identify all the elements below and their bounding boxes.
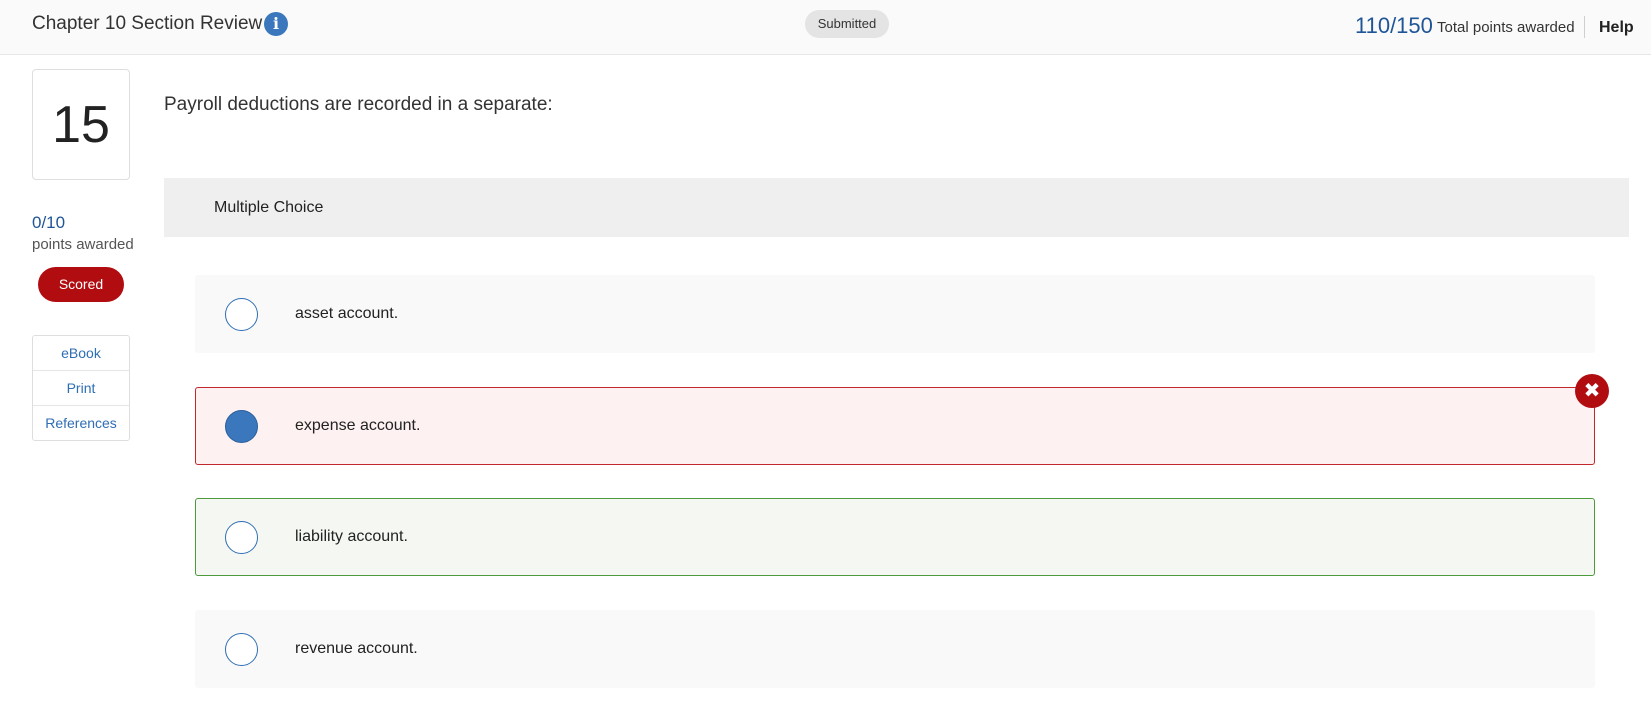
question-type-label: Multiple Choice (214, 199, 324, 216)
question-points: 0/10 (32, 213, 66, 232)
question-points-label: points awarded (32, 236, 134, 253)
multiple-choice-panel: Multiple Choice asset account. expense a… (164, 178, 1629, 710)
assignment-title: Chapter 10 Section Review (32, 13, 263, 34)
total-points-label: Total points awarded (1437, 19, 1575, 36)
answer-option-label: asset account. (295, 305, 399, 322)
references-link[interactable]: References (33, 406, 129, 440)
answer-option-label: expense account. (295, 417, 421, 434)
radio-button[interactable] (225, 521, 258, 554)
answer-option-asset[interactable]: asset account. (195, 275, 1595, 353)
help-button[interactable]: Help (1599, 17, 1634, 39)
total-points-score: 110/150 (1355, 13, 1433, 38)
radio-button[interactable] (225, 633, 258, 666)
info-icon[interactable]: i (264, 12, 288, 36)
scored-badge: Scored (38, 267, 124, 302)
ebook-link[interactable]: eBook (33, 336, 129, 371)
answer-option-label: liability account. (295, 528, 408, 545)
submitted-status-badge: Submitted (805, 10, 889, 38)
close-icon: ✖ (1575, 374, 1609, 408)
answer-option-revenue[interactable]: revenue account. (195, 610, 1595, 688)
radio-button[interactable] (225, 298, 258, 331)
question-number: 15 (32, 69, 130, 180)
question-prompt: Payroll deductions are recorded in a sep… (164, 94, 553, 115)
header-divider (1584, 16, 1585, 38)
radio-button-selected[interactable] (225, 410, 258, 443)
answer-options: asset account. expense account. liabilit… (164, 237, 1629, 710)
question-tools: eBook Print References (32, 335, 130, 441)
answer-option-liability[interactable]: liability account. (195, 498, 1595, 576)
print-link[interactable]: Print (33, 371, 129, 406)
question-type-header: Multiple Choice (164, 178, 1629, 237)
top-bar: Chapter 10 Section Review i Submitted 11… (0, 0, 1651, 55)
answer-option-label: revenue account. (295, 640, 418, 657)
answer-option-expense[interactable]: expense account. (195, 387, 1595, 465)
